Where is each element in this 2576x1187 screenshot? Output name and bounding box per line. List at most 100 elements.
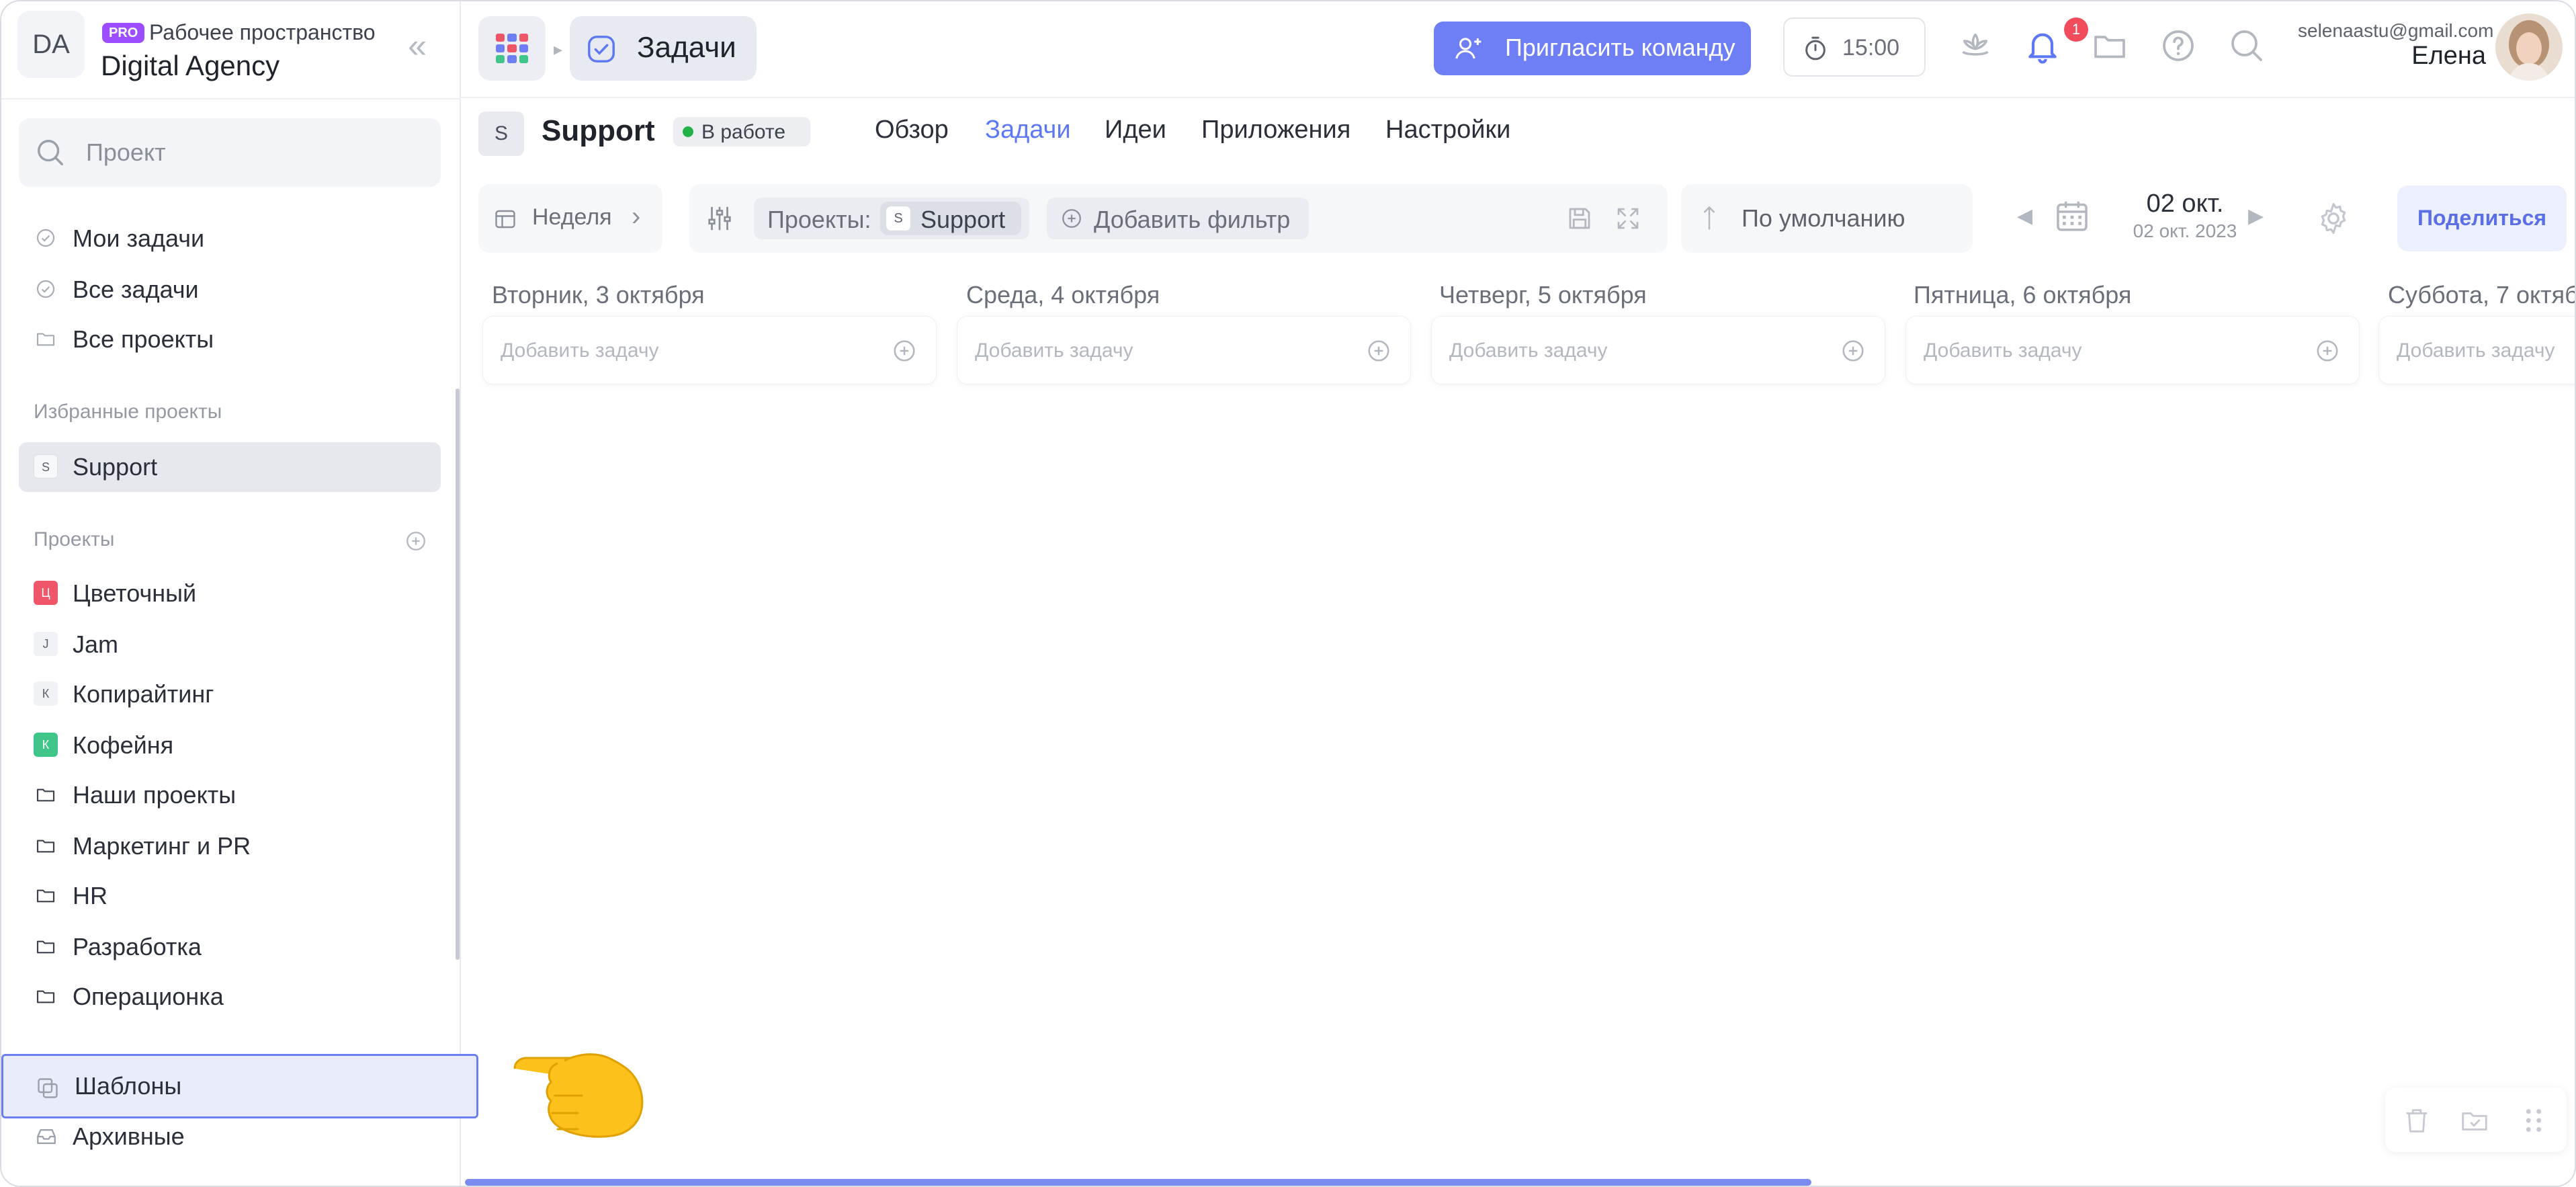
drag-handle-icon[interactable]	[2518, 1105, 2549, 1136]
current-date[interactable]: 02 окт.	[2104, 190, 2266, 218]
check-circle-icon	[36, 229, 55, 247]
sidebar-folder[interactable]: HR	[19, 874, 441, 917]
add-task-field[interactable]: Добавить задачу	[957, 316, 1411, 384]
tab-overview[interactable]: Обзор	[875, 116, 949, 145]
add-filter-button[interactable]: Добавить фильтр	[1047, 198, 1309, 239]
project-filter-chip[interactable]: Проекты: S Support	[754, 198, 1029, 239]
sidebar-item-project[interactable]: J Jam	[19, 622, 441, 665]
plus-circle-icon[interactable]	[1366, 338, 1391, 364]
trash-icon[interactable]	[2401, 1105, 2432, 1136]
sort-selector[interactable]: По умолчанию	[1681, 184, 1973, 253]
workspace-header[interactable]: DA PRO Рабочее пространство Digital Agen…	[17, 11, 447, 85]
sidebar-item-project[interactable]: Ц Цветочный	[19, 571, 441, 614]
invite-team-label: Пригласить команду	[1505, 34, 1735, 61]
workspace-name: Digital Agency	[101, 50, 280, 81]
calendar-icon[interactable]	[2053, 198, 2091, 235]
move-to-folder-icon[interactable]	[2459, 1105, 2490, 1136]
tab-apps[interactable]: Приложения	[1201, 116, 1350, 145]
add-task-placeholder: Добавить задачу	[1924, 339, 2082, 362]
sidebar-item-my-tasks[interactable]: Мои задачи	[19, 216, 441, 259]
next-date-icon[interactable]: ▶	[2248, 204, 2264, 228]
sidebar-item-all-projects[interactable]: Все проекты	[19, 317, 441, 360]
search-icon[interactable]	[2228, 27, 2266, 65]
apps-grid-icon	[496, 34, 528, 63]
add-task-field[interactable]: Добавить задачу	[1431, 316, 1885, 384]
add-filter-label: Добавить фильтр	[1094, 206, 1291, 233]
add-user-icon	[1455, 38, 1482, 59]
help-icon[interactable]	[2159, 27, 2197, 65]
top-bar: ▸ Задачи Пригласить команду 15:00 1 sele…	[461, 1, 2575, 98]
workspace-logo: DA	[17, 11, 85, 78]
status-dot	[683, 126, 693, 137]
project-search-input[interactable]: Проект	[19, 118, 441, 187]
filter-bar: Проекты: S Support Добавить фильтр	[689, 184, 1668, 253]
folder-icon	[36, 889, 55, 903]
sidebar-item-label: Разработка	[73, 933, 202, 960]
horizontal-scrollbar[interactable]	[465, 1179, 1811, 1186]
expand-icon[interactable]	[1614, 204, 1642, 233]
avatar[interactable]	[2495, 13, 2563, 81]
timer-button[interactable]: 15:00	[1783, 17, 1926, 77]
pro-badge: PRO	[102, 23, 145, 43]
column-title: Среда, 4 октября	[966, 281, 1160, 309]
share-button[interactable]: Поделиться	[2397, 186, 2567, 251]
tab-settings[interactable]: Настройки	[1385, 116, 1510, 145]
sidebar-folder[interactable]: Маркетинг и PR	[19, 824, 441, 867]
view-selector[interactable]: Неделя ›	[478, 184, 662, 253]
sidebar-item-archive[interactable]: Архивные	[19, 1114, 441, 1157]
add-task-field[interactable]: Добавить задачу	[482, 316, 937, 384]
folder-icon	[36, 990, 55, 1004]
column-title: Вторник, 3 октября	[492, 281, 705, 309]
plus-circle-icon[interactable]	[1840, 338, 1866, 364]
plus-circle-icon	[1062, 209, 1081, 228]
collapse-sidebar-icon[interactable]: «	[400, 29, 434, 65]
save-icon[interactable]	[1565, 204, 1594, 233]
filter-sliders-icon[interactable]	[704, 203, 735, 234]
sidebar-item-templates[interactable]: Шаблоны	[1, 1054, 478, 1118]
sidebar-item-label: Копирайтинг	[73, 680, 214, 708]
sidebar-item-label: Все проекты	[73, 325, 214, 353]
add-project-icon[interactable]	[404, 530, 427, 552]
sidebar-item-label: Support	[73, 453, 158, 481]
board-toolbar: Неделя › Проекты: S Support Добавить фил…	[461, 180, 2575, 254]
breadcrumb-arrow-icon: ▸	[554, 39, 563, 59]
add-task-field[interactable]: Добавить задачу	[1905, 316, 2360, 384]
apps-menu-button[interactable]	[478, 16, 546, 81]
column-title: Четверг, 5 октября	[1439, 281, 1647, 309]
sidebar-item-all-tasks[interactable]: Все задачи	[19, 268, 441, 311]
sidebar-item-support[interactable]: S Support	[19, 442, 441, 492]
plus-circle-icon[interactable]	[2315, 338, 2340, 364]
sidebar-item-label: Цветочный	[73, 579, 197, 607]
project-initial-square[interactable]: S	[478, 112, 524, 156]
stopwatch-icon	[1805, 36, 1826, 60]
user-name: Елена	[2411, 42, 2486, 70]
breadcrumb-tasks[interactable]: Задачи	[570, 16, 757, 81]
plus-circle-icon[interactable]	[892, 338, 917, 364]
sidebar-item-project[interactable]: К Копирайтинг	[19, 672, 441, 715]
view-label: Неделя	[532, 204, 612, 230]
project-initial-square: Ц	[34, 581, 58, 605]
prev-date-icon[interactable]: ◀	[2017, 204, 2032, 228]
project-initial-square: S	[34, 454, 58, 479]
add-task-field[interactable]: Добавить задачу	[2378, 316, 2575, 384]
gear-icon[interactable]	[2315, 200, 2352, 237]
project-title: Support	[542, 114, 655, 147]
notification-badge: 1	[2064, 17, 2088, 42]
status-badge[interactable]: В работе	[673, 117, 810, 147]
sidebar-item-project[interactable]: К Кофейня	[19, 723, 441, 766]
tab-tasks[interactable]: Задачи	[985, 116, 1071, 145]
sidebar-scrollbar[interactable]	[456, 388, 460, 960]
sidebar-item-label: Маркетинг и PR	[73, 832, 251, 860]
add-task-placeholder: Добавить задачу	[975, 339, 1133, 362]
add-task-placeholder: Добавить задачу	[2397, 339, 2555, 362]
zen-mode-icon[interactable]	[1957, 27, 1994, 65]
sidebar-item-label: HR	[73, 882, 108, 909]
sidebar-folder[interactable]: Наши проекты	[19, 773, 441, 816]
sidebar: DA PRO Рабочее пространство Digital Agen…	[1, 1, 461, 1186]
sidebar-folder[interactable]: Операционка	[19, 975, 441, 1018]
sidebar-folder[interactable]: Разработка	[19, 925, 441, 968]
bell-icon[interactable]	[2024, 27, 2061, 65]
tab-ideas[interactable]: Идеи	[1105, 116, 1166, 145]
folder-icon[interactable]	[2091, 27, 2129, 65]
invite-team-button[interactable]: Пригласить команду	[1434, 22, 1751, 75]
